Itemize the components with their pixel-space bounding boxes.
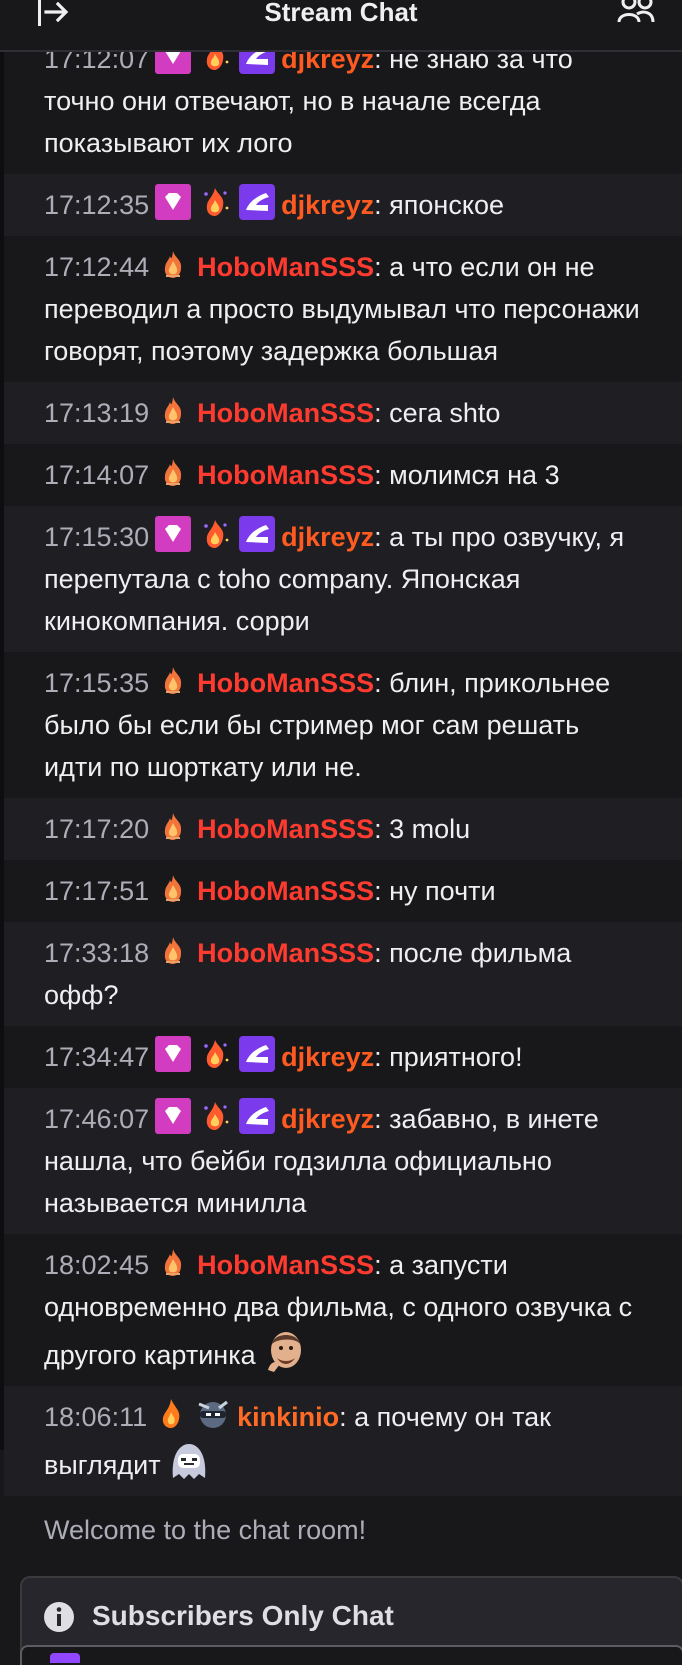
fire-badge-icon[interactable] bbox=[197, 1036, 233, 1072]
chat-title: Stream Chat bbox=[264, 0, 418, 27]
chat-message-list[interactable]: 17:12:07 djkreyz: не знаю за что точно он… bbox=[4, 30, 682, 1496]
username[interactable]: HoboManSSS bbox=[197, 398, 374, 428]
chat-message: 17:46:07 djkreyz: забавно, в инете нашла,… bbox=[4, 1088, 682, 1234]
username[interactable]: HoboManSSS bbox=[197, 1250, 374, 1280]
message-timestamp: 17:17:51 bbox=[44, 876, 150, 906]
username[interactable]: HoboManSSS bbox=[197, 668, 374, 698]
face-emote-icon[interactable] bbox=[260, 1328, 308, 1376]
chat-message: 17:17:51 HoboManSSS: ну почти bbox=[4, 860, 682, 922]
chat-input[interactable] bbox=[20, 1645, 682, 1665]
shoe-badge-icon[interactable] bbox=[239, 1098, 276, 1134]
username[interactable]: djkreyz bbox=[281, 522, 374, 552]
message-text: : ну почти bbox=[374, 876, 496, 906]
welcome-message: Welcome to the chat room! bbox=[44, 1515, 367, 1545]
orange-flame-badge-icon[interactable] bbox=[153, 1396, 189, 1432]
chat-message: 17:12:44 HoboManSSS: а что если он не пер… bbox=[4, 236, 682, 382]
username[interactable]: HoboManSSS bbox=[197, 876, 374, 906]
message-timestamp: 17:13:19 bbox=[44, 398, 150, 428]
emote-picker-icon[interactable] bbox=[50, 1653, 80, 1663]
flame-badge-icon[interactable] bbox=[155, 870, 191, 906]
username[interactable]: HoboManSSS bbox=[197, 460, 374, 490]
ghost-emote-icon[interactable] bbox=[165, 1438, 213, 1486]
message-timestamp: 17:34:47 bbox=[44, 1042, 150, 1072]
gem-badge-icon[interactable] bbox=[155, 184, 192, 220]
username[interactable]: djkreyz bbox=[281, 1104, 374, 1134]
flame-badge-icon[interactable] bbox=[155, 808, 191, 844]
info-icon bbox=[44, 1602, 74, 1632]
message-timestamp: 17:17:20 bbox=[44, 814, 150, 844]
community-button[interactable] bbox=[617, 0, 657, 32]
chat-message: 17:17:20 HoboManSSS: 3 molu bbox=[4, 798, 682, 860]
fire-badge-icon[interactable] bbox=[197, 516, 233, 552]
chat-message: 17:34:47 djkreyz: приятного! bbox=[4, 1026, 682, 1088]
message-timestamp: 18:06:11 bbox=[44, 1402, 148, 1432]
username[interactable]: HoboManSSS bbox=[197, 938, 374, 968]
message-timestamp: 17:12:44 bbox=[44, 252, 150, 282]
message-text: : молимся на 3 bbox=[374, 460, 560, 490]
message-timestamp: 17:33:18 bbox=[44, 938, 150, 968]
flame-badge-icon[interactable] bbox=[155, 932, 191, 968]
ninja-badge-icon[interactable] bbox=[195, 1396, 231, 1432]
message-timestamp: 18:02:45 bbox=[44, 1250, 150, 1280]
flame-badge-icon[interactable] bbox=[155, 246, 191, 282]
chat-message: 17:13:19 HoboManSSS: сега shto bbox=[4, 382, 682, 444]
chat-message: 17:15:30 djkreyz: а ты про озвучку, я пер… bbox=[4, 506, 682, 652]
flame-badge-icon[interactable] bbox=[155, 662, 191, 698]
gem-badge-icon[interactable] bbox=[155, 516, 192, 552]
username[interactable]: kinkinio bbox=[237, 1402, 339, 1432]
flame-badge-icon[interactable] bbox=[155, 1244, 191, 1280]
shoe-badge-icon[interactable] bbox=[239, 184, 276, 220]
fire-badge-icon[interactable] bbox=[197, 1098, 233, 1134]
shoe-badge-icon[interactable] bbox=[239, 1036, 276, 1072]
left-rail bbox=[0, 50, 4, 1450]
username[interactable]: djkreyz bbox=[281, 190, 374, 220]
chat-message: 17:15:35 HoboManSSS: блин, прикольнее был… bbox=[4, 652, 682, 798]
message-text: : 3 molu bbox=[374, 814, 471, 844]
community-icon bbox=[617, 0, 655, 23]
gem-badge-icon[interactable] bbox=[155, 1036, 192, 1072]
chat-header: Stream Chat bbox=[0, 0, 682, 52]
message-text: : приятного! bbox=[374, 1042, 523, 1072]
fire-badge-icon[interactable] bbox=[197, 184, 233, 220]
chat-message: 17:33:18 HoboManSSS: после фильма офф? bbox=[4, 922, 682, 1026]
chat-message: 17:12:35 djkreyz: японское bbox=[4, 174, 682, 236]
shoe-badge-icon[interactable] bbox=[239, 516, 276, 552]
chat-message: 18:06:11 kinkinio: а почему он так выгляд… bbox=[4, 1386, 682, 1496]
subscribers-only-text: Subscribers Only Chat bbox=[92, 1600, 394, 1631]
username[interactable]: HoboManSSS bbox=[197, 814, 374, 844]
message-text: : японское bbox=[374, 190, 504, 220]
message-timestamp: 17:15:30 bbox=[44, 522, 150, 552]
chat-message: 17:14:07 HoboManSSS: молимся на 3 bbox=[4, 444, 682, 506]
flame-badge-icon[interactable] bbox=[155, 454, 191, 490]
chat-message: 18:02:45 HoboManSSS: а запусти одновремен… bbox=[4, 1234, 682, 1386]
flame-badge-icon[interactable] bbox=[155, 392, 191, 428]
username[interactable]: djkreyz bbox=[281, 1042, 374, 1072]
gem-badge-icon[interactable] bbox=[155, 1098, 192, 1134]
message-text: : сега shto bbox=[374, 398, 501, 428]
message-timestamp: 17:12:35 bbox=[44, 190, 150, 220]
username[interactable]: HoboManSSS bbox=[197, 252, 374, 282]
message-timestamp: 17:14:07 bbox=[44, 460, 150, 490]
message-timestamp: 17:15:35 bbox=[44, 668, 150, 698]
message-timestamp: 17:46:07 bbox=[44, 1104, 150, 1134]
